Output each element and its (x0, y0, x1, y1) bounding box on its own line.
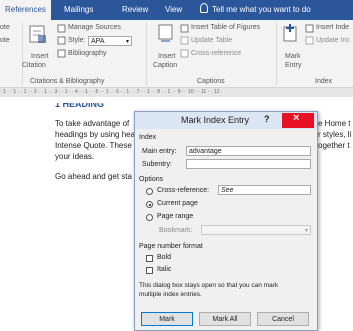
insert-citation-icon (29, 25, 46, 43)
cancel-button[interactable]: Cancel (257, 312, 309, 326)
manage-sources-icon (57, 24, 66, 33)
body-line-3-right: ogether t (318, 141, 350, 150)
ribbon: ote ote Insert Citation Manage Sources S… (0, 20, 353, 88)
main-entry-label: Main entry: (142, 148, 177, 155)
tab-references[interactable]: References (0, 0, 51, 20)
style-label: Style: (68, 37, 86, 44)
cross-reference-button[interactable]: Cross-reference (191, 50, 241, 57)
bookmark-dropdown[interactable]: ▾ (201, 225, 311, 235)
subentry-field[interactable] (186, 159, 311, 169)
bold-checkbox[interactable] (146, 255, 153, 262)
chevron-down-icon: ▾ (304, 228, 308, 234)
mark-entry-icon (283, 24, 297, 42)
update-index-icon (305, 36, 314, 45)
footnote-cut-label-2[interactable]: ote (0, 37, 10, 44)
tab-view[interactable]: View (165, 0, 182, 20)
cross-reference-radio[interactable] (146, 188, 153, 195)
chevron-down-icon: ▾ (125, 39, 129, 45)
cross-reference-icon (180, 49, 189, 58)
update-table-icon (180, 36, 189, 45)
body-line-3: Intense Quote. These (55, 141, 132, 150)
mark-entry-label-2[interactable]: Entry (285, 62, 301, 69)
group-separator (22, 23, 23, 85)
bookmark-label: Bookmark: (159, 227, 193, 234)
bibliography-icon (57, 49, 66, 58)
help-button[interactable]: ? (264, 114, 270, 124)
footnote-cut-label[interactable]: ote (0, 24, 10, 31)
insert-caption-icon (158, 24, 173, 42)
dialog-title-bar[interactable]: Mark Index Entry ? × (135, 112, 317, 129)
italic-label: Italic (157, 266, 172, 273)
mark-button[interactable]: Mark (141, 312, 193, 326)
body-line-2-right: r styles, li (318, 130, 352, 139)
page-number-format-label: Page number format (139, 243, 203, 250)
cross-reference-label: Cross-reference: (157, 187, 210, 194)
update-table-button[interactable]: Update Table (191, 37, 232, 44)
cross-reference-field[interactable]: See (218, 185, 311, 195)
dialog-title: Mark Index Entry (181, 115, 250, 125)
insert-citation-label[interactable]: Insert (31, 53, 49, 60)
body-line-5: Go ahead and get sta (55, 172, 132, 181)
italic-checkbox[interactable] (146, 267, 153, 274)
insert-index-icon (305, 24, 314, 33)
insert-caption-label-2[interactable]: Caption (153, 62, 177, 69)
bold-label: Bold (157, 254, 172, 261)
body-line-4: your ideas. (55, 152, 95, 161)
close-icon: × (293, 112, 300, 124)
close-button[interactable]: × (282, 112, 314, 128)
tell-me-search[interactable]: Tell me what you want to do (200, 0, 311, 20)
subentry-label: Subentry: (142, 161, 172, 168)
tell-me-label: Tell me what you want to do (212, 5, 311, 14)
options-group-label: Options (139, 176, 164, 183)
update-index-button[interactable]: Update Inc (316, 37, 350, 44)
group-separator (276, 23, 277, 85)
info-note-line-1: This dialog box stays open so that you c… (139, 282, 279, 289)
index-group-label: Index (139, 134, 157, 141)
current-page-radio[interactable] (146, 201, 153, 208)
manage-sources-button[interactable]: Manage Sources (68, 24, 121, 31)
lightbulb-icon (200, 3, 208, 13)
ribbon-tab-bar: References Mailings Review View Tell me … (0, 0, 353, 20)
mark-entry-label[interactable]: Mark (285, 53, 301, 60)
body-line-2: headings by using hea (55, 130, 136, 139)
current-page-label: Current page (157, 200, 198, 207)
main-entry-field[interactable]: advantage (186, 146, 311, 156)
heading-1: 1 HEADING (55, 99, 105, 109)
insert-caption-label[interactable]: Insert (158, 53, 176, 60)
insert-citation-label-2[interactable]: Citation (22, 62, 46, 69)
mark-all-button[interactable]: Mark All (199, 312, 251, 326)
horizontal-ruler[interactable]: · 1 · · 1 · · 1 · · 2 · · 1 · · 3 · · 1 … (0, 88, 353, 97)
insert-index-button[interactable]: Insert Inde (316, 24, 349, 31)
body-line-1: To take advantage of (55, 119, 130, 128)
bibliography-button[interactable]: Bibliography (68, 50, 107, 57)
style-value: APA (91, 38, 105, 45)
mark-index-entry-dialog: Mark Index Entry ? × Index Main entry: a… (134, 111, 318, 331)
index-group-label: Index (315, 78, 333, 85)
tab-mailings[interactable]: Mailings (64, 0, 93, 20)
insert-table-of-figures-button[interactable]: Insert Table of Figures (191, 24, 260, 31)
style-dropdown[interactable]: APA ▾ (88, 36, 132, 46)
citations-group-label: Citations & Bibliography (30, 78, 105, 85)
info-note-line-2: multiple index entries. (139, 291, 202, 298)
page-range-radio[interactable] (146, 214, 153, 221)
table-of-figures-icon (180, 24, 189, 33)
tab-review[interactable]: Review (122, 0, 148, 20)
captions-group-label: Captions (197, 78, 225, 85)
body-line-1-right: e Home t (318, 119, 351, 128)
page-range-label: Page range (157, 213, 194, 220)
group-separator (146, 23, 147, 85)
style-icon (57, 36, 66, 45)
